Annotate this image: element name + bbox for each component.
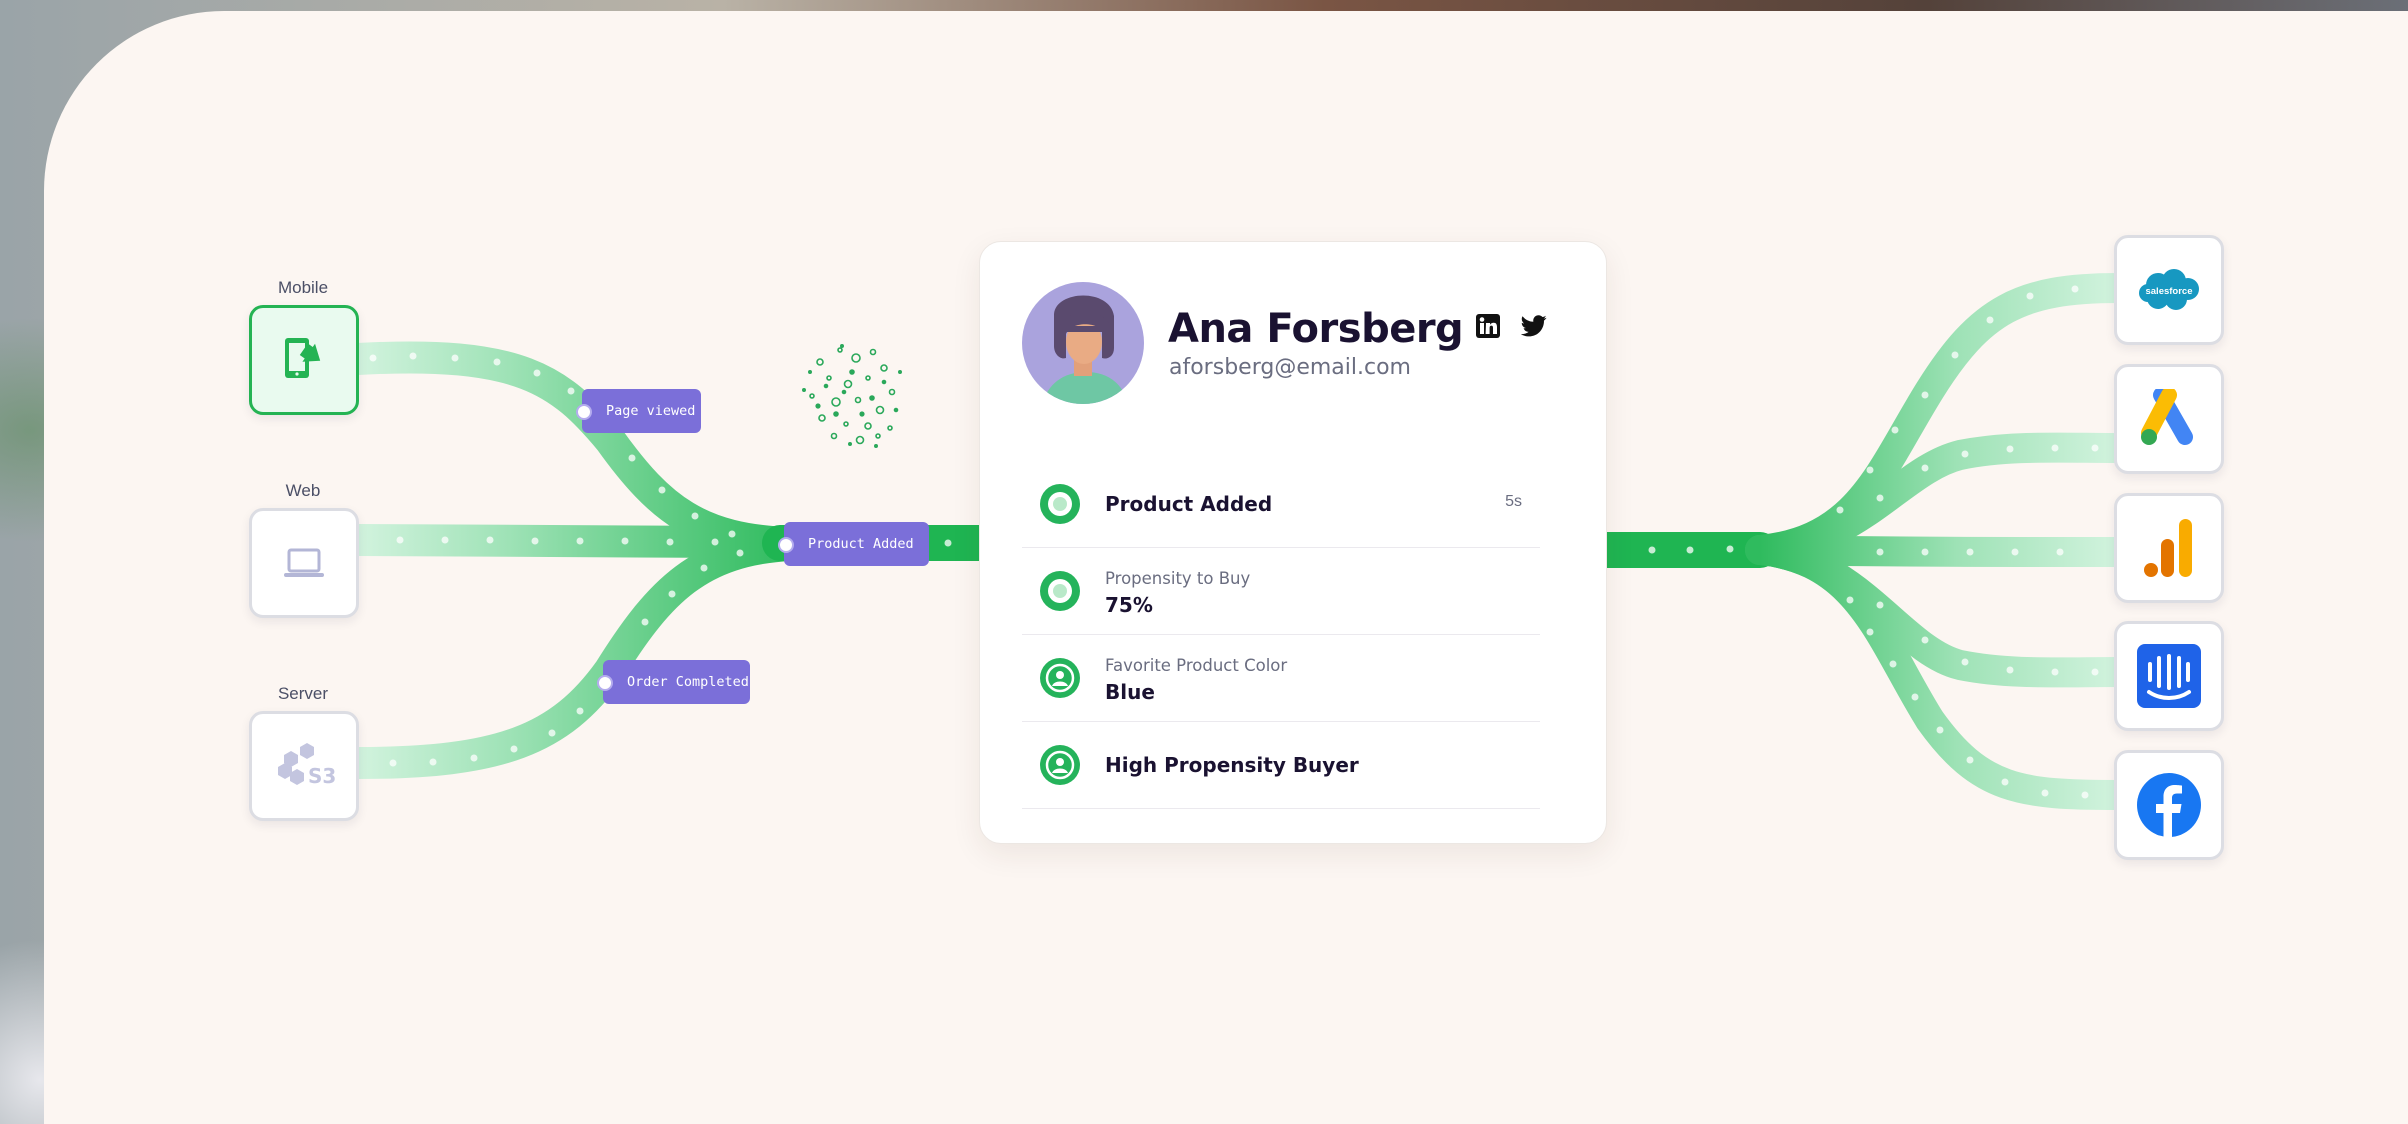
flow-google-ads <box>1745 432 2133 565</box>
row-title: High Propensity Buyer <box>1105 753 1359 777</box>
svg-text:S3: S3 <box>308 764 336 788</box>
event-label: Page viewed <box>606 403 696 419</box>
google-analytics-icon <box>2144 519 2192 577</box>
destination-flows <box>1582 273 2133 810</box>
event-ring-icon <box>1040 571 1080 611</box>
linkedin-icon[interactable] <box>1474 312 1502 340</box>
laptop-icon <box>284 548 324 577</box>
event-tag-order-completed[interactable]: Order Completed <box>597 660 750 704</box>
avatar <box>1022 282 1144 404</box>
intercom-icon <box>2137 644 2201 708</box>
flow-server <box>342 529 806 779</box>
destination-google-analytics[interactable] <box>2114 493 2224 603</box>
destination-google-ads[interactable] <box>2114 364 2224 474</box>
user-trait-icon <box>1040 658 1080 698</box>
source-web[interactable] <box>249 508 359 618</box>
customer-profile-card: Ana Forsberg aforsberg@email.com Product… <box>979 241 1607 844</box>
mobile-icon <box>285 338 321 378</box>
event-tag-page-viewed[interactable]: Page viewed <box>576 389 701 433</box>
row-label: Favorite Product Color <box>1105 656 1288 675</box>
flow-salesforce <box>1745 273 2133 565</box>
facebook-icon <box>2137 773 2201 838</box>
row-label: Propensity to Buy <box>1105 569 1251 588</box>
event-label: Product Added <box>808 536 914 552</box>
event-label: Order Completed <box>627 674 749 690</box>
event-dot <box>778 537 794 553</box>
event-tag-product-added[interactable]: Product Added <box>778 522 929 566</box>
destination-salesforce[interactable]: salesforce <box>2114 235 2224 345</box>
row-value: Blue <box>1105 680 1155 704</box>
twitter-icon[interactable] <box>1520 312 1548 340</box>
user-trait-icon <box>1040 745 1080 785</box>
profile-email: aforsberg@email.com <box>1169 355 1411 380</box>
event-dot <box>576 404 592 420</box>
destination-facebook[interactable] <box>2114 750 2224 860</box>
row-time: 5s <box>1505 493 1522 510</box>
source-label-mobile: Mobile <box>277 278 329 297</box>
profile-name: Ana Forsberg <box>1168 306 1464 352</box>
salesforce-icon: salesforce <box>2139 269 2199 310</box>
flow-mobile <box>342 341 806 559</box>
source-mobile[interactable] <box>249 305 359 415</box>
row-value: 75% <box>1105 593 1153 617</box>
destination-intercom[interactable] <box>2114 621 2224 731</box>
trait-row-favorite-color[interactable]: Favorite Product Color Blue <box>1022 634 1540 722</box>
trait-row-high-propensity-buyer[interactable]: High Propensity Buyer <box>1022 721 1540 809</box>
source-server[interactable]: S3 <box>249 711 359 821</box>
identity-resolution-particles <box>801 343 902 448</box>
source-label-web: Web <box>285 481 321 500</box>
aws-s3-icon: S3 <box>278 743 336 788</box>
trait-row-propensity-to-buy[interactable]: Propensity to Buy 75% <box>1022 547 1540 635</box>
trait-row-product-added[interactable]: Product Added 5s <box>1022 460 1540 548</box>
event-dot <box>597 675 613 691</box>
row-title: Product Added <box>1105 492 1273 516</box>
event-ring-icon <box>1040 484 1080 524</box>
google-ads-icon <box>2141 389 2193 445</box>
svg-text:salesforce: salesforce <box>2145 286 2192 297</box>
source-label-server: Server <box>277 684 329 703</box>
